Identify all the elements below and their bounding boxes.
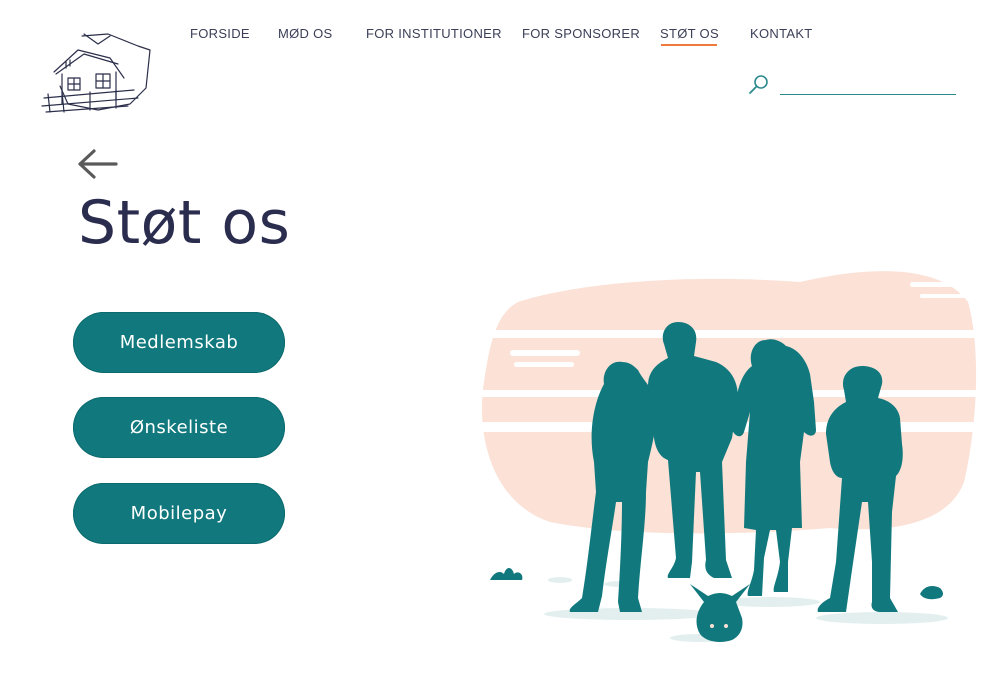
search-input[interactable]: [780, 74, 956, 95]
search-bar: [748, 74, 958, 98]
nav-item-forside[interactable]: FORSIDE: [190, 26, 250, 41]
page-title: Støt os: [78, 188, 291, 258]
nav-item-kontakt[interactable]: KONTAKT: [750, 26, 813, 41]
search-icon[interactable]: [748, 74, 770, 96]
people-silhouette-illustration: [480, 271, 985, 642]
mobilepay-button[interactable]: Mobilepay: [73, 483, 285, 544]
arrow-left-icon[interactable]: [76, 148, 120, 182]
nav-item-for-sponsorer[interactable]: FOR SPONSORER: [522, 26, 640, 41]
onskeliste-button[interactable]: Ønskeliste: [73, 397, 285, 458]
nav-item-mod-os[interactable]: MØD OS: [278, 26, 333, 41]
nav-item-stot-os[interactable]: STØT OS: [660, 26, 719, 46]
house-sketch-logo-icon[interactable]: [38, 28, 154, 114]
medlemskab-button[interactable]: Medlemskab: [73, 312, 285, 373]
nav-item-for-institutioner[interactable]: FOR INSTITUTIONER: [366, 26, 502, 41]
